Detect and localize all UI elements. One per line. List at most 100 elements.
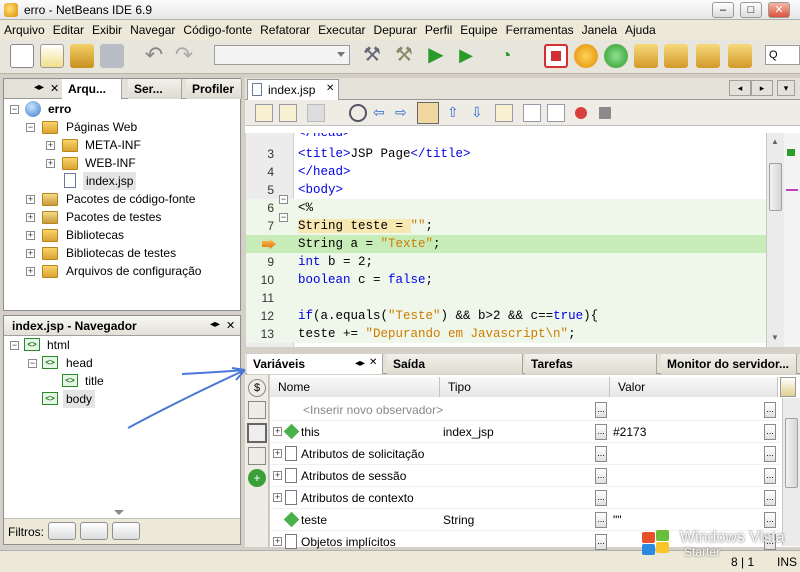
continue-icon[interactable] [604,44,628,68]
edit-type-button[interactable]: ... [595,446,607,462]
code-line[interactable]: 10 boolean c = false; [246,271,784,289]
edit-value-button[interactable]: ... [764,446,776,462]
nav-item-html[interactable]: html [47,336,70,354]
close-tab-icon[interactable]: ✕ [369,357,377,368]
filter-inherited-button[interactable] [80,522,108,540]
tree-item-bibliotecas[interactable]: Bibliotecas [66,226,124,244]
configuration-combo[interactable] [214,45,350,65]
redo-icon[interactable]: ↷ [172,44,196,68]
tab-list-icon[interactable]: ▾ [777,80,795,96]
stop-macro-icon[interactable] [599,107,611,119]
tab-monitor-servidor[interactable]: Monitor do servidor... [661,354,797,374]
expand-icon[interactable]: + [273,449,282,458]
tree-item-index-jsp[interactable]: index.jsp [83,172,137,190]
menu-11[interactable]: Janela [578,20,621,40]
new-file-icon[interactable] [10,44,34,68]
menu-1[interactable]: Editar [49,20,88,40]
scroll-tabs-right-icon[interactable]: ▸ [751,80,773,96]
expand-icon[interactable]: + [273,493,282,502]
column-chooser-icon[interactable] [780,377,796,397]
expand-icon[interactable]: + [26,213,35,222]
scroll-up-icon[interactable]: ▲ [771,137,779,146]
expand-icon[interactable]: + [46,159,55,168]
menu-6[interactable]: Executar [314,20,369,40]
variable-row[interactable]: <Inserir novo observador>...... [271,399,780,421]
stop-debug-icon[interactable] [544,44,568,68]
edit-value-button[interactable]: ... [764,402,776,418]
expand-icon[interactable]: + [273,427,282,436]
close-window-button[interactable]: ✕ [768,2,790,18]
filter-icon[interactable] [248,447,266,465]
close-tab-icon[interactable]: ✕ [226,319,235,332]
debug-icon[interactable]: ▶ [454,44,478,68]
expand-icon[interactable]: + [26,267,35,276]
code-editor[interactable]: 3 <title>JSP Page</title> 4 </head> 5 <body> 6… [246,133,784,347]
build-hammer-icon[interactable]: ⚒ [360,44,384,68]
tab-projects[interactable]: Arqu... [62,79,122,99]
menu-5[interactable]: Refatorar [256,20,314,40]
tree-item-paginas-web[interactable]: Páginas Web [66,118,137,136]
minimize-button[interactable]: ‒ [712,2,734,18]
edit-type-button[interactable]: ... [595,468,607,484]
code-line[interactable]: 13 teste += "Depurando em Javascript\n"; [246,325,784,343]
maximize-button[interactable]: □ [740,2,762,18]
filter-fields-button[interactable] [48,522,76,540]
nav-item-body[interactable]: body [63,390,96,408]
tab-services[interactable]: Ser... [128,79,182,99]
tree-item-meta-inf[interactable]: META-INF [85,136,141,154]
menu-0[interactable]: Arquivo [0,20,49,40]
tree-item-pacotes-testes[interactable]: Pacotes de testes [66,208,161,226]
tree-item-erro[interactable]: erro [48,100,71,118]
breakpoint-marker[interactable] [786,189,798,191]
code-line[interactable]: 9 int b = 2; [246,253,784,271]
back-icon[interactable] [279,104,297,122]
forward-icon[interactable] [307,104,325,122]
tree-item-arquivos-config[interactable]: Arquivos de configuração [66,262,201,280]
step-over-icon[interactable] [634,44,658,68]
find-previous-icon[interactable]: ⇦ [373,104,391,122]
column-tipo[interactable]: Tipo [440,377,610,397]
code-line[interactable]: 11 [246,289,784,307]
column-valor[interactable]: Valor [610,377,778,397]
chevron-down-icon[interactable] [114,510,124,515]
tree-item-pacotes-codigo[interactable]: Pacotes de código-fonte [66,190,195,208]
nav-item-title[interactable]: title [85,372,104,390]
shift-left-icon[interactable] [523,104,541,122]
code-line[interactable]: 12 if(a.equals("Teste") && b>2 && c==true… [246,307,784,325]
maximize-icon[interactable]: ◂▸ [210,319,220,330]
undo-icon[interactable]: ↶ [142,44,166,68]
code-line[interactable]: String a = "Texte"; [246,235,784,253]
collapse-icon[interactable]: − [10,105,19,114]
save-all-icon[interactable] [100,44,124,68]
editor-tab-index-jsp[interactable]: index.jsp ✕ [247,79,339,100]
collapse-icon[interactable]: − [28,359,37,368]
tab-saida[interactable]: Saída [387,354,523,374]
scroll-tabs-left-icon[interactable]: ◂ [729,80,751,96]
expand-icon[interactable]: + [26,195,35,204]
add-watch-icon[interactable]: + [248,469,266,487]
variable-row[interactable]: teste String... ""... [271,509,780,531]
edit-value-button[interactable]: ... [764,490,776,506]
last-edit-icon[interactable] [255,104,273,122]
collapse-icon[interactable]: − [26,123,35,132]
edit-type-button[interactable]: ... [595,490,607,506]
shift-right-icon[interactable] [547,104,565,122]
variables-scroll-thumb[interactable] [785,418,798,488]
step-over-expression-icon[interactable] [664,44,688,68]
maximize-icon[interactable]: ◂▸ [355,358,365,369]
menu-4[interactable]: Código-fonte [179,20,256,40]
code-line[interactable]: 6 <% [246,199,784,217]
start-macro-icon[interactable] [575,107,587,119]
next-bookmark-icon[interactable]: ⇩ [471,104,483,121]
step-into-icon[interactable] [696,44,720,68]
new-project-icon[interactable] [40,44,64,68]
expand-icon[interactable]: + [273,537,282,546]
close-tab-icon[interactable]: ✕ [326,83,334,94]
code-line[interactable]: 4 </head> [246,163,784,181]
tree-item-web-inf[interactable]: WEB-INF [85,154,136,172]
menu-3[interactable]: Navegar [126,20,179,40]
maximize-icon[interactable]: ◂▸ [34,82,44,93]
find-next-icon[interactable]: ⇨ [395,104,413,122]
quick-search-input[interactable]: Q [765,45,800,65]
edit-value-button[interactable]: ... [764,468,776,484]
